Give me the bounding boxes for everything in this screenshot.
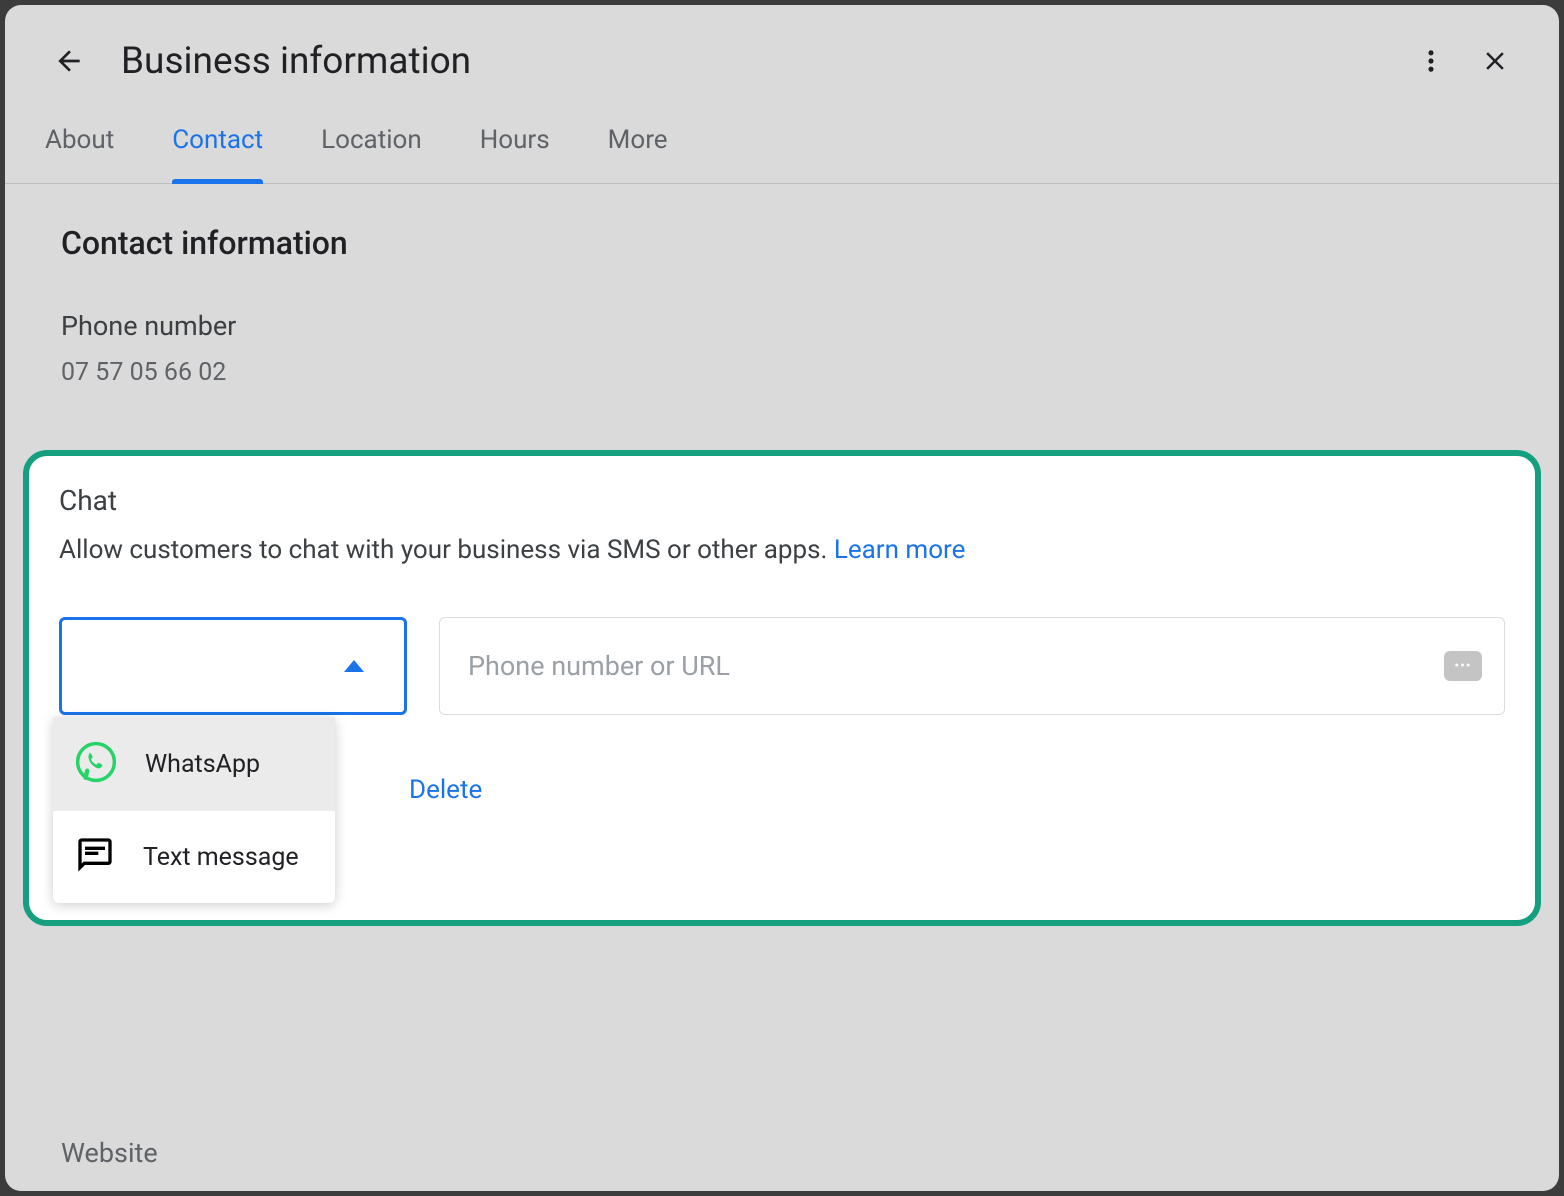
content-area: Contact information Phone number 07 57 0… bbox=[5, 184, 1559, 427]
business-info-dialog: Business information About Contact Locat… bbox=[5, 5, 1559, 1191]
close-button[interactable] bbox=[1471, 37, 1519, 85]
phone-value: 07 57 05 66 02 bbox=[61, 358, 1503, 387]
chat-inputs-row: Phone number or URL bbox=[59, 617, 1505, 715]
dialog-header: Business information bbox=[5, 5, 1559, 113]
dropdown-item-whatsapp[interactable]: WhatsApp bbox=[53, 717, 335, 811]
chat-app-select[interactable] bbox=[59, 617, 407, 715]
chat-app-dropdown: WhatsApp Text message bbox=[53, 717, 335, 903]
dialog-title: Business information bbox=[121, 40, 1391, 83]
close-icon bbox=[1480, 46, 1510, 76]
keyboard-icon bbox=[1444, 651, 1482, 681]
dropdown-label: WhatsApp bbox=[145, 750, 260, 779]
website-label: Website bbox=[61, 1137, 158, 1169]
whatsapp-icon bbox=[75, 741, 117, 787]
phone-url-input[interactable]: Phone number or URL bbox=[439, 617, 1505, 715]
dropdown-label: Text message bbox=[143, 843, 299, 872]
more-vert-icon bbox=[1417, 47, 1445, 75]
dropdown-item-textmsg[interactable]: Text message bbox=[53, 811, 335, 903]
text-message-icon bbox=[75, 835, 115, 879]
phone-placeholder: Phone number or URL bbox=[468, 650, 730, 682]
tabs-bar: About Contact Location Hours More bbox=[5, 113, 1559, 184]
phone-label: Phone number bbox=[61, 310, 1503, 342]
chat-title: Chat bbox=[59, 484, 1505, 517]
tab-about[interactable]: About bbox=[45, 113, 114, 183]
learn-more-link[interactable]: Learn more bbox=[834, 535, 966, 565]
tab-location[interactable]: Location bbox=[321, 113, 422, 183]
section-title: Contact information bbox=[61, 224, 1503, 262]
tab-hours[interactable]: Hours bbox=[480, 113, 550, 183]
arrow-back-icon bbox=[53, 45, 85, 77]
tab-contact[interactable]: Contact bbox=[172, 113, 263, 183]
delete-button[interactable]: Delete bbox=[409, 775, 1505, 805]
back-button[interactable] bbox=[45, 37, 93, 85]
more-menu-button[interactable] bbox=[1407, 37, 1455, 85]
chevron-up-icon bbox=[344, 660, 364, 672]
tab-more[interactable]: More bbox=[608, 113, 668, 183]
chat-description: Allow customers to chat with your busine… bbox=[59, 535, 1505, 565]
